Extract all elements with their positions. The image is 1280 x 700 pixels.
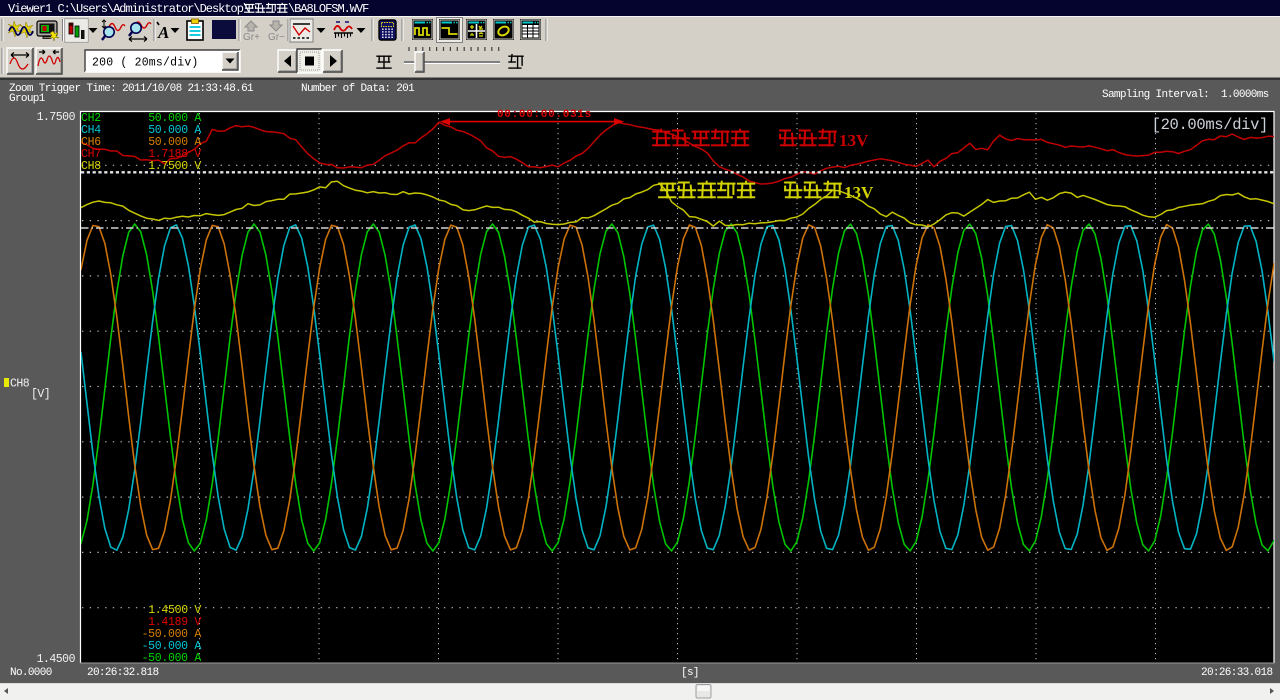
svg-text:00:00:00.031s: 00:00:00.031s [497, 109, 592, 121]
svg-text:13V: 13V [844, 183, 874, 202]
svg-text:[V]: [V] [31, 388, 50, 401]
svg-text:1.7500: 1.7500 [37, 111, 76, 124]
svg-text:[20.00ms/div]: [20.00ms/div] [1152, 116, 1268, 134]
svg-text:CH8: CH8 [81, 160, 101, 173]
svg-text:13V: 13V [839, 131, 869, 150]
svg-text:CH8: CH8 [10, 378, 30, 391]
svg-text:1.7500 V: 1.7500 V [148, 160, 201, 173]
